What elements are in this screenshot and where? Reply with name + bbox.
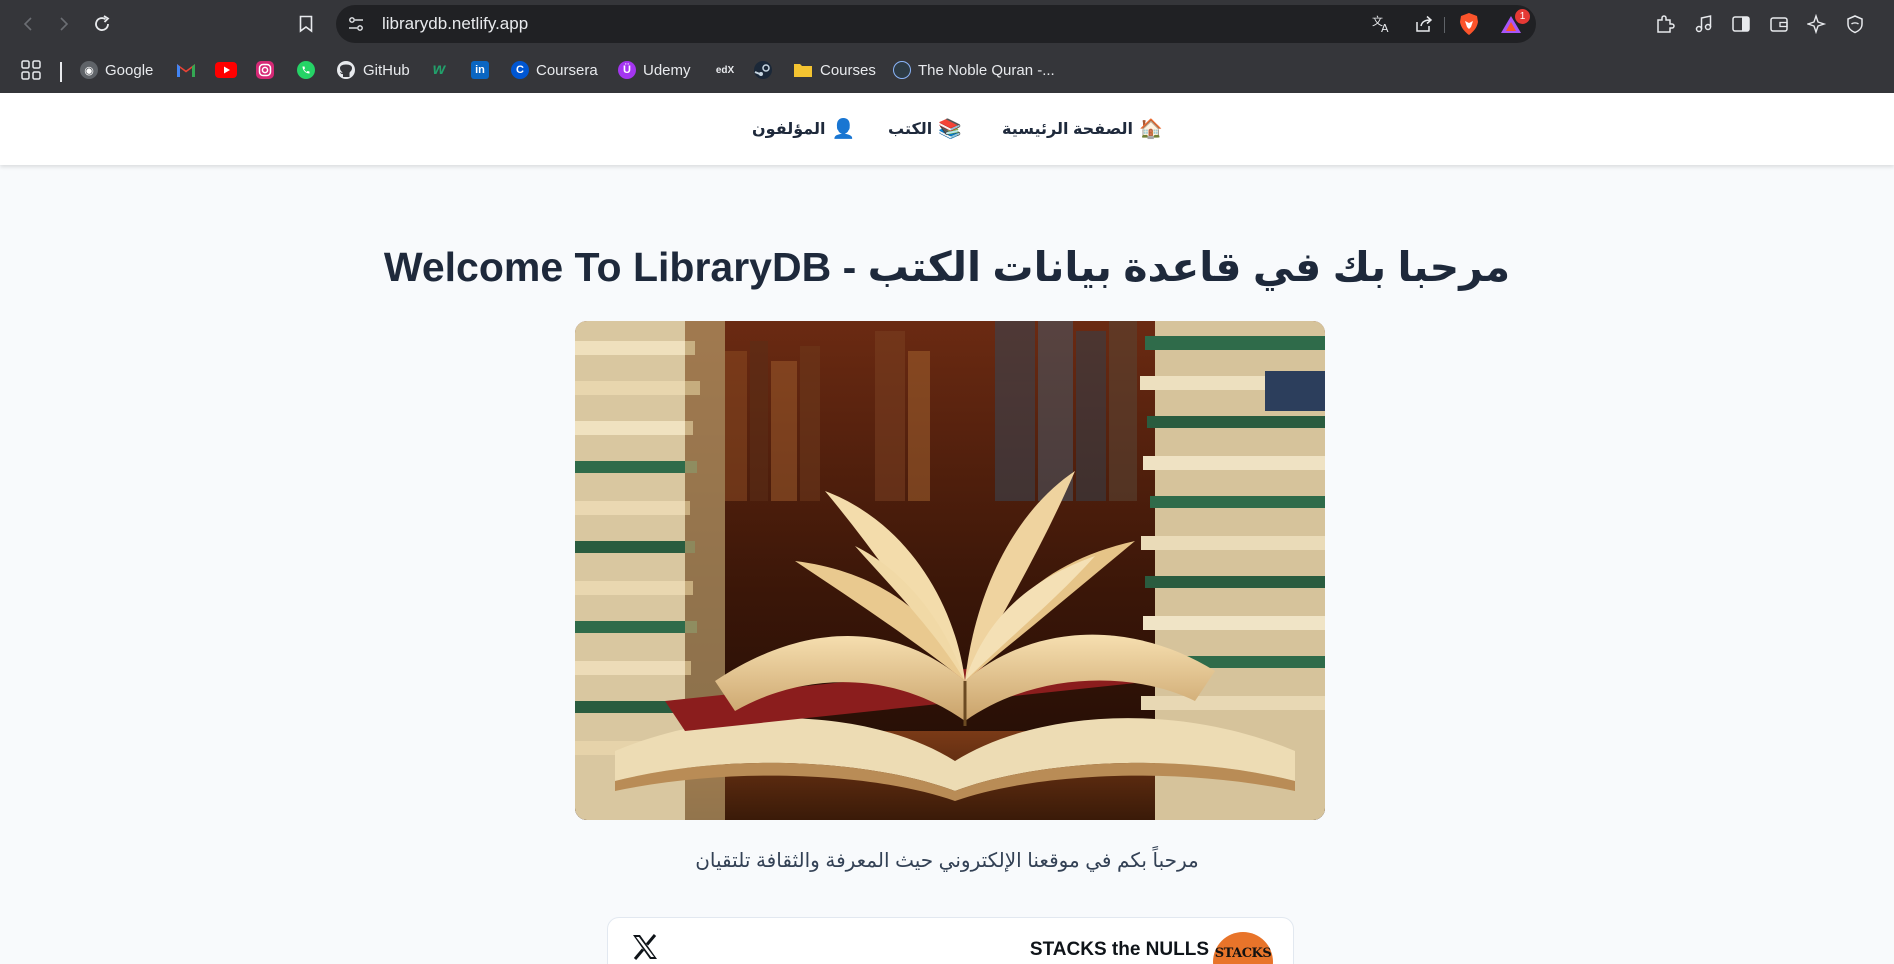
avatar-text: STACKS [1214,946,1272,961]
bookmark-label: GitHub [363,61,410,79]
folder-icon [794,64,812,77]
edx-icon: edX [715,64,735,76]
page-title: Welcome To LibraryDB - مرحبا بك في قاعدة… [383,244,1511,290]
browser-chrome: librarydb.netlify.app 文A 1 ◉ Google GitH… [0,0,1894,93]
steam-icon [754,61,772,79]
sparkle-icon [1807,14,1827,34]
books-icon: 📚 [938,119,962,140]
bookmark-whatsapp[interactable] [296,58,316,82]
nav-link-books-label: الكتب [888,121,933,138]
address-bar[interactable]: librarydb.netlify.app 文A 1 [336,5,1536,43]
brave-rewards-button[interactable]: 1 [1498,9,1530,36]
person-icon: 👤 [831,119,856,140]
brave-shields-button[interactable] [1456,12,1482,36]
hero-books-image [575,321,1325,820]
bookmark-icon [299,15,313,33]
bookmark-edx[interactable]: edX [714,58,736,82]
bookmark-quran[interactable]: The Noble Quran -... [893,58,1055,82]
apps-button[interactable] [20,58,42,82]
linkedin-icon: in [471,61,489,79]
apps-grid-icon [21,60,41,80]
shield-icon [1847,15,1863,34]
puzzle-icon [1657,15,1675,33]
hero-subtitle: مرحباً بكم في موقعنا الإلكتروني حيث المع… [695,850,1199,872]
udemy-icon: Ü [618,61,636,79]
reload-button[interactable] [88,10,116,38]
nav-link-home-label: الصفحة الرئيسية [1002,121,1133,138]
bookmark-instagram[interactable] [256,58,274,82]
open-book-illustration [575,321,1325,820]
wallet-button[interactable] [1766,12,1792,36]
coursera-icon: C [511,61,529,79]
bookmark-udemy[interactable]: Ü Udemy [618,58,691,82]
translate-button[interactable]: 文A [1369,12,1395,36]
globe-icon: ◉ [80,61,98,79]
bookmark-w[interactable]: w [430,58,448,82]
extensions-button[interactable] [1652,12,1678,36]
omnibox-divider [1444,17,1445,33]
arrow-right-icon [60,17,69,31]
bookmark-google[interactable]: ◉ Google [80,58,153,82]
bookmark-courses-folder[interactable]: Courses [793,58,876,82]
reload-icon [95,15,110,31]
instagram-icon [256,61,274,79]
sidebar-icon [1732,16,1750,32]
sidebar-button[interactable] [1728,12,1754,36]
bookmark-label: The Noble Quran -... [918,61,1055,79]
brave-lion-icon [1460,13,1478,35]
share-button[interactable] [1411,12,1437,36]
w-icon: w [432,61,446,78]
tweet-embed-card[interactable]: STACKS the NULLS STACKS [607,917,1294,964]
avatar[interactable]: STACKS [1213,932,1273,964]
embed-account-name[interactable]: STACKS the NULLS [1030,939,1209,961]
nav-link-books[interactable]: 📚 الكتب [888,116,962,142]
translate-icon: 文A [1372,14,1389,34]
bookmark-coursera[interactable]: C Coursera [511,58,598,82]
browser-toolbar: librarydb.netlify.app 文A 1 [0,0,1894,48]
back-button[interactable] [14,10,42,38]
arrow-left-icon [23,17,32,31]
bookmark-label: Coursera [536,61,598,79]
bookmark-linkedin[interactable]: in [471,58,489,82]
bookmarks-bar: ◉ Google GitHub w in C Coursera Ü Udemy … [0,48,1894,93]
bookmarks-divider [60,62,62,82]
bookmark-github[interactable]: GitHub [336,58,410,82]
bookmark-page-button[interactable] [292,10,320,38]
quran-icon [893,61,911,79]
nav-link-authors[interactable]: 👤 المؤلفون [752,116,855,142]
share-icon [1416,15,1433,32]
nav-link-home[interactable]: 🏠 الصفحة الرئيسية [1002,116,1163,142]
x-logo-icon[interactable] [630,932,660,962]
youtube-icon [215,62,237,78]
music-note-icon [1695,15,1712,33]
site-info-icon[interactable] [346,14,366,34]
notification-badge: 1 [1515,9,1530,24]
whatsapp-icon [297,61,315,79]
bookmark-label: Udemy [643,61,691,79]
gmail-icon [177,64,195,77]
github-icon [337,61,355,79]
vpn-button[interactable] [1842,12,1868,36]
media-button[interactable] [1690,12,1716,36]
bookmark-steam[interactable] [753,58,773,82]
bookmark-label: Google [105,61,154,79]
bookmark-youtube[interactable] [215,58,237,82]
site-navbar: 🏠 الصفحة الرئيسية 📚 الكتب 👤 المؤلفون [0,93,1894,165]
wallet-icon [1770,17,1788,32]
house-icon: 🏠 [1138,119,1163,140]
bookmark-label: Courses [820,61,876,79]
svg-text:A: A [1381,22,1389,34]
leo-ai-button[interactable] [1804,12,1830,36]
bookmark-gmail[interactable] [176,58,196,82]
forward-button[interactable] [50,10,78,38]
nav-link-authors-label: المؤلفون [752,121,826,138]
url-text[interactable]: librarydb.netlify.app [382,5,528,43]
